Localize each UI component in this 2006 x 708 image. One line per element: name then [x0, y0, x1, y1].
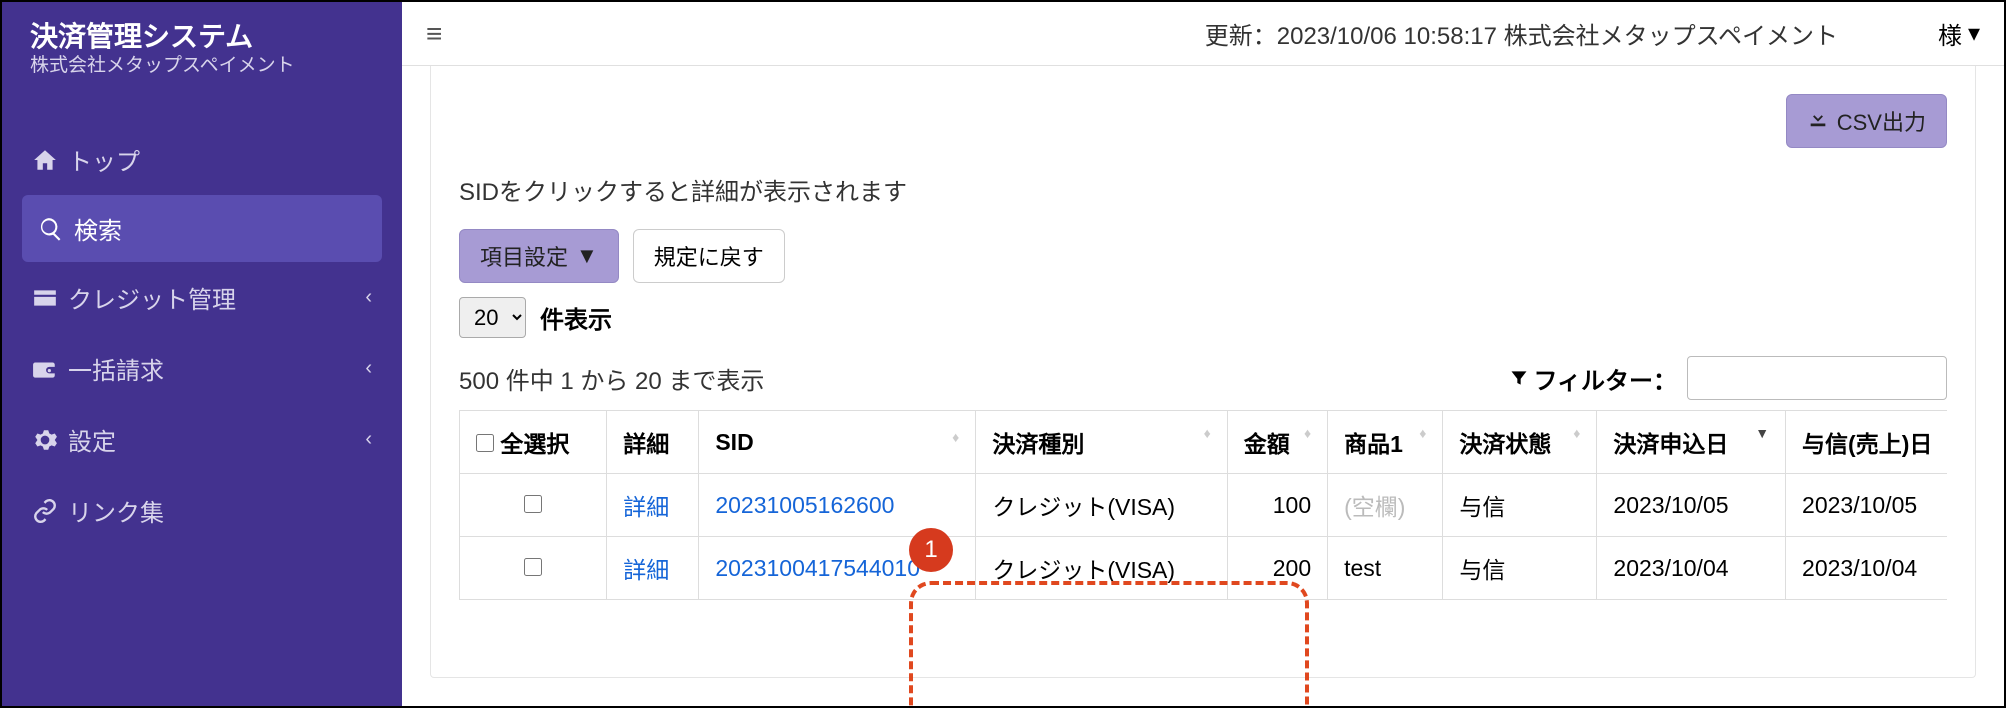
- th-detail: 詳細: [607, 411, 699, 474]
- th-auth-date[interactable]: 与信(売上)日♦: [1786, 411, 1947, 474]
- hamburger-icon[interactable]: ≡: [426, 18, 442, 50]
- cell-product1: (空欄): [1344, 494, 1405, 520]
- th-status[interactable]: 決済状態♦: [1443, 411, 1597, 474]
- sidebar: 決済管理システム 株式会社メタップスペイメント トップ 検索 クレジット管理: [2, 2, 402, 706]
- caret-down-icon: ▾: [1968, 19, 1980, 48]
- results-table: 全選択 詳細 SID♦ 決済種別♦ 金額♦ 商品1♦ 決済状態♦ 決済申込日▼ …: [459, 410, 1947, 600]
- chevron-left-icon: ‹: [365, 428, 372, 451]
- user-menu[interactable]: 様 ▾: [1938, 16, 1980, 51]
- sort-icon: ♦: [1304, 425, 1311, 441]
- cell-apply-date: 2023/10/04: [1597, 537, 1786, 600]
- row-checkbox[interactable]: [524, 495, 542, 513]
- annotation-badge-1: 1: [909, 528, 953, 572]
- sidebar-item-settings[interactable]: 設定 ‹: [2, 404, 402, 475]
- cell-status: 与信: [1443, 537, 1597, 600]
- th-payment-type[interactable]: 決済種別♦: [976, 411, 1227, 474]
- sidebar-item-top[interactable]: トップ: [2, 124, 402, 195]
- cell-auth-date: 2023/10/05: [1786, 474, 1947, 537]
- reset-button[interactable]: 規定に戻す: [633, 229, 785, 283]
- chevron-left-icon: ‹: [365, 286, 372, 309]
- gear-icon: [32, 427, 68, 453]
- page-size-label: 件表示: [540, 300, 612, 335]
- home-icon: [32, 147, 68, 173]
- sid-link[interactable]: 2023100417544010: [715, 555, 920, 581]
- sidebar-item-search[interactable]: 検索: [22, 195, 382, 262]
- detail-link[interactable]: 詳細: [623, 557, 669, 583]
- cell-auth-date: 2023/10/04: [1786, 537, 1947, 600]
- controls-row: 項目設定 ▼ 規定に戻す: [459, 229, 1947, 283]
- table-wrap: 全選択 詳細 SID♦ 決済種別♦ 金額♦ 商品1♦ 決済状態♦ 決済申込日▼ …: [459, 410, 1947, 600]
- sort-icon: ♦: [1573, 425, 1580, 441]
- hint-text: SIDをクリックすると詳細が表示されます: [459, 172, 1947, 207]
- wallet-icon: [32, 356, 68, 382]
- app-subtitle: 株式会社メタップスペイメント: [30, 54, 374, 79]
- csv-label: CSV出力: [1837, 105, 1926, 137]
- user-label: 様: [1938, 16, 1962, 51]
- sidebar-item-credit[interactable]: クレジット管理 ‹: [2, 262, 402, 333]
- info-row: 500 件中 1 から 20 まで表示 フィルター：: [459, 356, 1947, 400]
- column-settings-button[interactable]: 項目設定 ▼: [459, 229, 619, 283]
- filter-input[interactable]: [1687, 356, 1947, 400]
- sidebar-item-label: 検索: [74, 211, 366, 246]
- table-row: 詳細 20231005162600 クレジット(VISA) 100 (空欄) 与…: [460, 474, 1948, 537]
- main: ≡ 更新：2023/10/06 10:58:17 株式会社メタップスペイメント …: [402, 2, 2004, 706]
- sidebar-nav: トップ 検索 クレジット管理 ‹ 一括請求 ‹: [2, 124, 402, 546]
- row-checkbox[interactable]: [524, 558, 542, 576]
- filter-wrap: フィルター：: [1509, 356, 1947, 400]
- content-panel: CSV出力 SIDをクリックすると詳細が表示されます 項目設定 ▼ 規定に戻す: [430, 66, 1976, 678]
- content: CSV出力 SIDをクリックすると詳細が表示されます 項目設定 ▼ 規定に戻す: [402, 66, 2004, 706]
- th-select-all[interactable]: 全選択: [460, 411, 607, 474]
- topbar: ≡ 更新：2023/10/06 10:58:17 株式会社メタップスペイメント …: [402, 2, 2004, 66]
- cell-status: 与信: [1443, 474, 1597, 537]
- sidebar-item-label: 一括請求: [68, 351, 365, 386]
- app-root: 決済管理システム 株式会社メタップスペイメント トップ 検索 クレジット管理: [0, 0, 2006, 708]
- th-product1[interactable]: 商品1♦: [1328, 411, 1443, 474]
- csv-export-button[interactable]: CSV出力: [1786, 94, 1947, 148]
- sidebar-item-label: リンク集: [68, 493, 372, 528]
- csv-row: CSV出力: [459, 94, 1947, 148]
- sort-icon: ▼: [1755, 425, 1769, 441]
- sidebar-item-links[interactable]: リンク集: [2, 475, 402, 546]
- filter-label: フィルター：: [1509, 361, 1677, 396]
- select-all-checkbox[interactable]: [476, 434, 494, 452]
- cell-product1: test: [1328, 537, 1443, 600]
- sidebar-item-label: 設定: [68, 422, 365, 457]
- chevron-left-icon: ‹: [365, 357, 372, 380]
- detail-link[interactable]: 詳細: [623, 494, 669, 520]
- sid-link[interactable]: 20231005162600: [715, 492, 894, 518]
- page-size-select[interactable]: 20: [459, 297, 526, 338]
- sort-icon: ♦: [1204, 425, 1211, 441]
- cell-payment-type: クレジット(VISA): [976, 474, 1227, 537]
- cell-amount: 200: [1227, 537, 1327, 600]
- cell-apply-date: 2023/10/05: [1597, 474, 1786, 537]
- filter-icon: [1509, 368, 1529, 388]
- sort-icon: ♦: [1419, 425, 1426, 441]
- app-title: 決済管理システム: [30, 20, 374, 54]
- record-info: 500 件中 1 から 20 まで表示: [459, 361, 764, 396]
- update-timestamp: 更新：2023/10/06 10:58:17 株式会社メタップスペイメント: [1205, 16, 1838, 51]
- sidebar-header: 決済管理システム 株式会社メタップスペイメント: [2, 2, 402, 96]
- caret-down-icon: ▼: [576, 243, 598, 269]
- sidebar-item-label: クレジット管理: [68, 280, 365, 315]
- sidebar-item-batch[interactable]: 一括請求 ‹: [2, 333, 402, 404]
- table-header-row: 全選択 詳細 SID♦ 決済種別♦ 金額♦ 商品1♦ 決済状態♦ 決済申込日▼ …: [460, 411, 1948, 474]
- cell-payment-type: クレジット(VISA): [976, 537, 1227, 600]
- cell-amount: 100: [1227, 474, 1327, 537]
- page-size-row: 20 件表示: [459, 297, 1947, 338]
- link-icon: [32, 498, 68, 524]
- credit-card-icon: [32, 285, 68, 311]
- table-row: 詳細 2023100417544010 クレジット(VISA) 200 test…: [460, 537, 1948, 600]
- sidebar-item-label: トップ: [68, 142, 372, 177]
- sort-icon: ♦: [952, 429, 959, 445]
- search-icon: [38, 216, 74, 242]
- th-sid[interactable]: SID♦: [699, 411, 976, 474]
- th-amount[interactable]: 金額♦: [1227, 411, 1327, 474]
- download-icon: [1807, 107, 1829, 135]
- th-apply-date[interactable]: 決済申込日▼: [1597, 411, 1786, 474]
